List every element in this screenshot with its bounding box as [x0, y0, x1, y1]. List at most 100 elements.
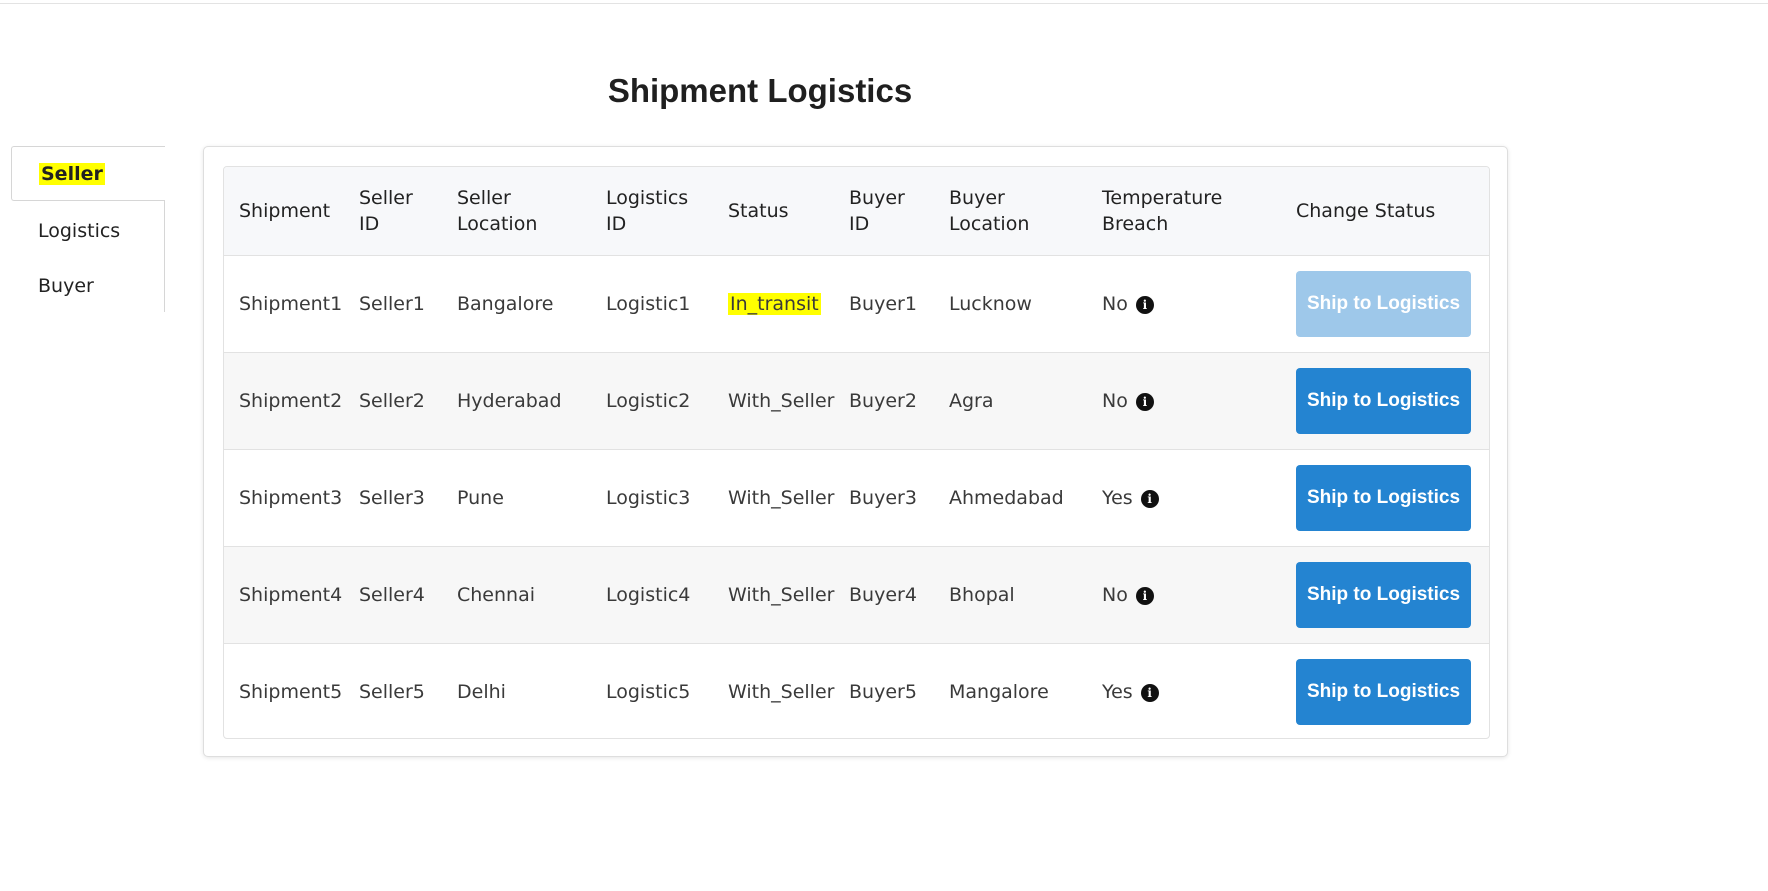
- cell-seller-id: Seller2: [344, 351, 442, 449]
- cell-buyer-location-text: Mangalore: [949, 680, 1049, 703]
- cell-logistics-id: Logistic2: [591, 351, 713, 449]
- cell-seller-location: Bangalore: [442, 254, 591, 352]
- cell-seller-location-text: Pune: [457, 486, 504, 509]
- cell-temperature-breach-text: Yes: [1102, 486, 1133, 509]
- col-header-seller-id: Seller ID: [359, 186, 413, 235]
- shipments-card: Shipment Seller ID Seller Location Logisti…: [203, 146, 1508, 757]
- role-tabs: Seller Logistics Buyer: [11, 146, 166, 312]
- ship-to-logistics-button[interactable]: Ship to Logistics: [1296, 561, 1471, 628]
- cell-seller-id-text: Seller3: [359, 486, 425, 509]
- cell-buyer-id: Buyer2: [834, 351, 934, 449]
- cell-shipment-text: Shipment1: [239, 292, 343, 315]
- cell-seller-location: Chennai: [442, 545, 591, 643]
- cell-shipment: Shipment5: [224, 642, 344, 738]
- cell-buyer-id: Buyer4: [834, 545, 934, 643]
- cell-buyer-id-text: Buyer1: [849, 292, 917, 315]
- tab-buyer[interactable]: Buyer: [11, 258, 165, 313]
- col-header-seller-location: Seller Location: [457, 186, 538, 235]
- ship-to-logistics-button[interactable]: Ship to Logistics: [1296, 367, 1471, 434]
- cell-temperature-breach: No i: [1087, 545, 1281, 643]
- cell-status: With_Seller: [713, 448, 835, 546]
- cell-temperature-breach-text: No: [1102, 583, 1128, 606]
- cell-shipment-text: Shipment2: [239, 389, 343, 412]
- info-circle-icon[interactable]: i: [1140, 489, 1159, 508]
- cell-temperature-breach: No i: [1087, 351, 1281, 449]
- cell-seller-id: Seller4: [344, 545, 442, 643]
- col-header-temperature-breach: Temperature Breach: [1102, 186, 1223, 235]
- cell-logistics-id: Logistic1: [591, 254, 713, 352]
- cell-change-status: Ship to Logistics: [1281, 642, 1489, 738]
- cell-temperature-breach: No i: [1087, 254, 1281, 352]
- cell-shipment: Shipment2: [224, 351, 344, 449]
- cell-buyer-id-text: Buyer5: [849, 680, 917, 703]
- cell-buyer-location-text: Bhopal: [949, 583, 1015, 606]
- tab-seller[interactable]: Seller: [11, 146, 165, 201]
- cell-buyer-location-text: Lucknow: [949, 292, 1032, 315]
- cell-status-text: With_Seller: [728, 389, 835, 412]
- cell-seller-id-text: Seller1: [359, 292, 425, 315]
- cell-status-text: With_Seller: [728, 583, 835, 606]
- cell-buyer-location: Lucknow: [934, 254, 1087, 352]
- cell-buyer-id: Buyer1: [834, 254, 934, 352]
- col-header-change-status: Change Status: [1296, 199, 1436, 222]
- cell-logistics-id: Logistic3: [591, 448, 713, 546]
- info-circle-icon[interactable]: i: [1140, 683, 1159, 702]
- tab-buyer-label: Buyer: [38, 274, 94, 297]
- cell-status: In_transit: [713, 254, 834, 352]
- info-circle-icon[interactable]: i: [1135, 586, 1154, 605]
- cell-logistics-id-text: Logistic2: [606, 389, 691, 412]
- cell-buyer-id-text: Buyer3: [849, 486, 917, 509]
- cell-buyer-location: Agra: [934, 351, 1087, 449]
- cell-change-status: Ship to Logistics: [1281, 545, 1489, 643]
- cell-seller-id: Seller5: [344, 642, 442, 738]
- col-header-shipment: Shipment: [239, 199, 331, 222]
- cell-logistics-id-text: Logistic4: [606, 583, 691, 606]
- cell-change-status: Ship to Logistics: [1281, 351, 1489, 449]
- cell-logistics-id: Logistic5: [591, 642, 713, 738]
- cell-status: With_Seller: [713, 642, 834, 738]
- tab-logistics[interactable]: Logistics: [11, 203, 165, 258]
- cell-seller-location-text: Hyderabad: [457, 389, 562, 412]
- ship-to-logistics-button[interactable]: Ship to Logistics: [1296, 464, 1471, 531]
- cell-status: With_Seller: [713, 545, 835, 643]
- table-row: Shipment2 Seller2 Hyderabad Logistic2 With_S…: [224, 351, 1489, 449]
- cell-seller-id-text: Seller4: [359, 583, 425, 606]
- tab-seller-label: Seller: [39, 162, 105, 185]
- cell-change-status: Ship to Logistics: [1281, 448, 1489, 546]
- cell-buyer-id-text: Buyer2: [849, 389, 917, 412]
- col-header-buyer-location: Buyer Location: [949, 186, 1030, 235]
- cell-temperature-breach-text: No: [1102, 292, 1128, 315]
- cell-status: With_Seller: [713, 351, 835, 449]
- col-header-buyer-id: Buyer ID: [849, 186, 905, 235]
- info-circle-icon[interactable]: i: [1135, 295, 1154, 314]
- cell-buyer-location-text: Agra: [949, 389, 994, 412]
- cell-shipment-text: Shipment5: [239, 680, 343, 703]
- ship-to-logistics-button[interactable]: Ship to Logistics: [1296, 270, 1471, 337]
- cell-temperature-breach-text: No: [1102, 389, 1128, 412]
- cell-seller-location-text: Chennai: [457, 583, 536, 606]
- cell-temperature-breach: Yes i: [1087, 642, 1281, 738]
- cell-logistics-id-text: Logistic5: [606, 680, 691, 703]
- info-circle-icon[interactable]: i: [1135, 392, 1154, 411]
- cell-seller-location-text: Delhi: [457, 680, 506, 703]
- cell-buyer-id: Buyer3: [834, 448, 934, 546]
- cell-buyer-location-text: Ahmedabad: [949, 486, 1064, 509]
- cell-status-text: In_transit: [728, 292, 821, 315]
- shipments-table-wrapper: Shipment Seller ID Seller Location Logisti…: [223, 166, 1490, 739]
- cell-shipment: Shipment1: [224, 254, 344, 352]
- cell-temperature-breach-text: Yes: [1102, 680, 1133, 703]
- top-divider: [0, 3, 1768, 4]
- ship-to-logistics-button[interactable]: Ship to Logistics: [1296, 658, 1471, 725]
- page-title: Shipment Logistics: [607, 72, 913, 109]
- cell-logistics-id-text: Logistic3: [606, 486, 691, 509]
- cell-seller-location: Hyderabad: [442, 351, 591, 449]
- table-body: Shipment1 Seller1 Bangalore Logistic1 In_tra…: [224, 254, 1489, 738]
- cell-seller-location: Pune: [442, 448, 591, 546]
- cell-shipment: Shipment3: [224, 448, 344, 546]
- cell-seller-id-text: Seller2: [359, 389, 425, 412]
- table-row: Shipment5 Seller5 Delhi Logistic5 With_Selle…: [224, 642, 1489, 738]
- tab-logistics-label: Logistics: [38, 219, 121, 242]
- cell-status-text: With_Seller: [728, 486, 835, 509]
- cell-buyer-location: Bhopal: [934, 545, 1087, 643]
- cell-shipment: Shipment4: [224, 545, 344, 643]
